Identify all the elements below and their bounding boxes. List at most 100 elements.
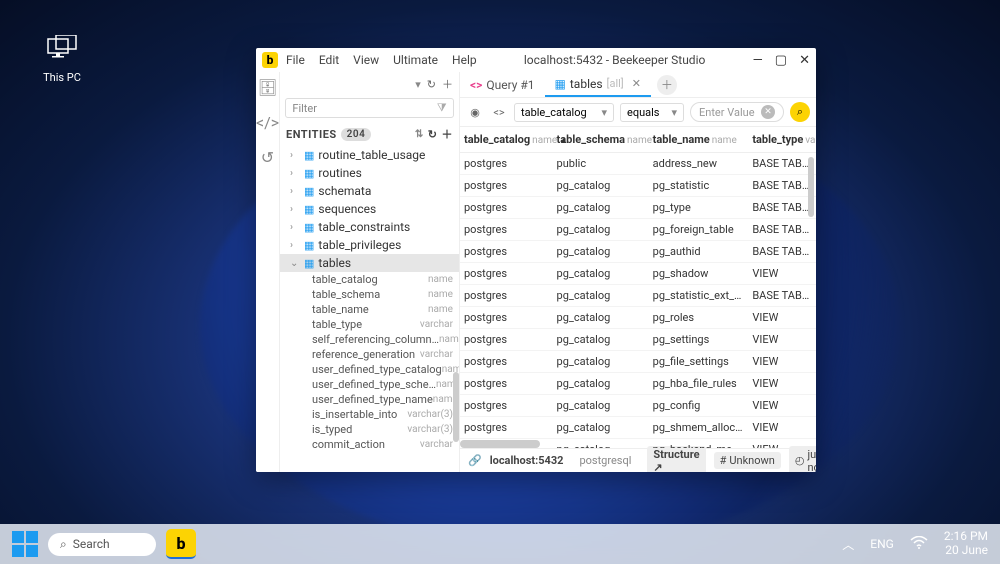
db-refresh-icon[interactable]: ↻ xyxy=(427,78,436,91)
table-row[interactable]: postgrespg_catalogpg_authidBASE TABLE xyxy=(460,241,816,263)
cell: postgres xyxy=(460,219,553,241)
start-button[interactable] xyxy=(12,531,38,557)
column-item[interactable]: commit_actionvarchar xyxy=(280,437,459,452)
close-icon[interactable]: ✕ xyxy=(799,53,810,68)
table-row[interactable]: postgrespg_catalogpg_statisticBASE TABLE xyxy=(460,175,816,197)
cell: BASE TABLE xyxy=(748,197,816,219)
menu-edit[interactable]: Edit xyxy=(319,53,339,67)
cell: postgres xyxy=(460,329,553,351)
tree-item-label: schemata xyxy=(318,184,371,198)
col-header-table_catalog[interactable]: table_catalogname▲ xyxy=(460,127,553,153)
desktop-icon-label: This PC xyxy=(43,71,81,84)
search-button[interactable]: ⌕ xyxy=(790,102,810,122)
taskbar-app-beekeeper[interactable]: b xyxy=(166,529,196,559)
table-v-scrollbar[interactable] xyxy=(808,157,814,217)
maximize-icon[interactable]: ▢ xyxy=(775,53,787,68)
tree-item-label: tables xyxy=(318,256,351,270)
table-row[interactable]: postgrespg_catalogpg_shadowVIEW xyxy=(460,263,816,285)
column-item[interactable]: self_referencing_column…name xyxy=(280,332,459,347)
menu-view[interactable]: View xyxy=(353,53,379,67)
tab-query[interactable]: <> Query #1 xyxy=(460,72,545,97)
tree-item-table_constraints[interactable]: ›▦table_constraints xyxy=(280,218,459,236)
structure-button[interactable]: Structure ↗ xyxy=(647,446,705,473)
tree-item-schemata[interactable]: ›▦schemata xyxy=(280,182,459,200)
tab-close-icon[interactable]: ✕ xyxy=(632,77,641,90)
cell: pg_backend_mem… xyxy=(649,439,749,449)
tree-item-sequences[interactable]: ›▦sequences xyxy=(280,200,459,218)
user-state[interactable]: #Unknown xyxy=(714,452,781,469)
filter-op-value: equals xyxy=(627,106,659,119)
table-icon: ▦ xyxy=(555,77,566,91)
filter-column-combo[interactable]: table_catalog▾ xyxy=(514,103,614,122)
tray-chevron-icon[interactable]: ︿ xyxy=(842,536,854,553)
rail-db-icon[interactable]: 🗄 xyxy=(257,78,277,97)
menu-ultimate[interactable]: Ultimate xyxy=(393,53,438,67)
wifi-icon[interactable] xyxy=(910,536,928,553)
table-row[interactable]: postgrespg_catalogpg_file_settingsVIEW xyxy=(460,351,816,373)
filter-value-placeholder: Enter Value xyxy=(699,106,755,119)
cell: pg_catalog xyxy=(553,241,649,263)
col-header-table_name[interactable]: table_namename xyxy=(649,127,749,153)
status-driver: postgresql xyxy=(579,454,631,467)
table-row[interactable]: postgrespg_catalogpg_typeBASE TABLE xyxy=(460,197,816,219)
table-row[interactable]: postgrespg_catalogpg_shmem_alloca…VIEW xyxy=(460,417,816,439)
table-row[interactable]: postgrespg_catalogpg_statistic_ext_d…BAS… xyxy=(460,285,816,307)
tree-item-routine_table_usage[interactable]: ›▦routine_table_usage xyxy=(280,146,459,164)
column-name: user_defined_type_name xyxy=(312,393,433,406)
tab-query-label: Query #1 xyxy=(486,78,534,92)
filter-op-combo[interactable]: equals▾ xyxy=(620,103,684,122)
column-item[interactable]: user_defined_type_namename xyxy=(280,392,459,407)
tree-item-tables[interactable]: ⌄▦tables xyxy=(280,254,459,272)
column-item[interactable]: table_typevarchar xyxy=(280,317,459,332)
tree-item-table_privileges[interactable]: ›▦table_privileges xyxy=(280,236,459,254)
taskbar-search[interactable]: ⌕ Search xyxy=(48,533,156,556)
cell: postgres xyxy=(460,153,553,175)
table-row[interactable]: postgrespg_catalogpg_foreign_tableBASE T… xyxy=(460,219,816,241)
table-row[interactable]: postgrespg_catalogpg_rolesVIEW xyxy=(460,307,816,329)
tree-item-routines[interactable]: ›▦routines xyxy=(280,164,459,182)
table-row[interactable]: postgrespublicaddress_newBASE TABLE xyxy=(460,153,816,175)
cell: pg_statistic xyxy=(649,175,749,197)
column-item[interactable]: user_defined_type_catalogname xyxy=(280,362,459,377)
db-dropdown-icon[interactable]: ▾ xyxy=(415,78,421,91)
table-row[interactable]: postgrespg_catalogpg_hba_file_rulesVIEW xyxy=(460,373,816,395)
table-row[interactable]: postgrespg_catalogpg_configVIEW xyxy=(460,395,816,417)
entities-refresh-icon[interactable]: ↻ xyxy=(428,128,438,141)
tray-clock[interactable]: 2:16 PM 20 June xyxy=(944,530,988,558)
cell: postgres xyxy=(460,263,553,285)
entities-add-icon[interactable]: ＋ xyxy=(442,126,454,142)
menu-help[interactable]: Help xyxy=(452,53,477,67)
col-header-table_type[interactable]: table_typevarch xyxy=(748,127,816,153)
tab-tables[interactable]: ▦ tables [all] ✕ xyxy=(545,72,651,97)
preview-icon[interactable]: ◉ xyxy=(466,103,484,121)
table-row[interactable]: postgrespg_catalogpg_settingsVIEW xyxy=(460,329,816,351)
sidebar-scrollbar[interactable] xyxy=(453,372,459,442)
table-h-scrollbar[interactable] xyxy=(460,440,540,448)
column-item[interactable]: is_insertable_intovarchar(3) xyxy=(280,407,459,422)
desktop-icon-this-pc[interactable]: This PC xyxy=(30,35,94,84)
entities-collapse-icon[interactable]: ⇅ xyxy=(415,129,424,140)
clear-icon[interactable]: ✕ xyxy=(761,105,775,119)
db-add-icon[interactable]: ＋ xyxy=(442,76,453,92)
column-item[interactable]: table_catalogname xyxy=(280,272,459,287)
sidebar-filter-input[interactable]: Filter ⧩ xyxy=(285,98,453,118)
tray-lang[interactable]: ENG xyxy=(870,537,894,551)
column-item[interactable]: reference_generationvarchar xyxy=(280,347,459,362)
cell: address_new xyxy=(649,153,749,175)
code-toggle-icon[interactable]: <> xyxy=(490,103,508,121)
column-item[interactable]: table_schemaname xyxy=(280,287,459,302)
filter-value-input[interactable]: Enter Value ✕ xyxy=(690,102,784,122)
cell: pg_hba_file_rules xyxy=(649,373,749,395)
rail-query-icon[interactable]: </> xyxy=(256,113,279,132)
rail-history-icon[interactable]: ↺ xyxy=(261,148,274,167)
cell: pg_catalog xyxy=(553,351,649,373)
column-item[interactable]: is_typedvarchar(3) xyxy=(280,422,459,437)
column-item[interactable]: user_defined_type_sche…name xyxy=(280,377,459,392)
add-tab-button[interactable]: ＋ xyxy=(657,75,677,95)
col-header-table_schema[interactable]: table_schemaname xyxy=(553,127,649,153)
minimize-icon[interactable]: — xyxy=(753,53,763,68)
menu-file[interactable]: File xyxy=(286,53,305,67)
column-item[interactable]: table_namename xyxy=(280,302,459,317)
cell: pg_config xyxy=(649,395,749,417)
cell: pg_catalog xyxy=(553,417,649,439)
